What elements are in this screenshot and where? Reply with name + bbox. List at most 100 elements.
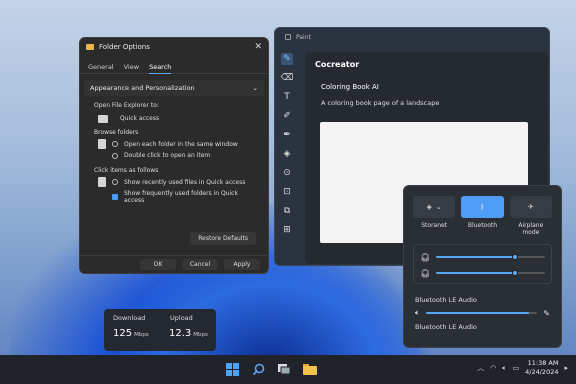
dialog-body: Appearance and Personalization ⌄ Open Fi… (80, 74, 268, 213)
dialog-titlebar[interactable]: Folder Options ✕ (80, 38, 268, 56)
headphone-slider-1[interactable] (436, 253, 545, 260)
pen-tool-icon[interactable]: ✒ (281, 129, 293, 141)
ok-button[interactable]: OK (140, 259, 176, 270)
headphone-slider-row: 🎧︎ (420, 265, 545, 281)
grid-tool-icon[interactable]: ⊞ (281, 224, 293, 236)
radio-button[interactable] (112, 141, 118, 147)
clock-date: 4/24/2024 (525, 368, 559, 376)
prompt-text[interactable]: A coloring book page of a landscape (305, 91, 548, 107)
recent-files-option[interactable]: Show recently used files in Quick access (98, 177, 260, 187)
open-explorer-label: Open File Explorer to: (94, 102, 159, 109)
layers-tool-icon[interactable]: ⧉ (281, 205, 293, 217)
bluetooth-tile[interactable]: ᛒ (461, 196, 504, 218)
start-button[interactable] (224, 361, 240, 377)
browse-option-label: Double click to open an item (124, 152, 211, 159)
fill-tool-icon[interactable]: ◈ (281, 148, 293, 160)
click-items-label: Click items as follows (94, 167, 159, 174)
open-explorer-select[interactable]: Quick access (98, 112, 260, 125)
wifi-tile-label: Storanet (421, 222, 448, 229)
apply-button[interactable]: Apply (224, 259, 260, 270)
taskbar-apps (224, 361, 318, 377)
upload-value: 12.3 (169, 328, 192, 339)
audio-sliders: 🎧︎ 🎧︎ (413, 244, 552, 284)
chevron-up-icon[interactable]: ︿ (477, 363, 484, 373)
eraser-tool-icon[interactable]: ⌫ (281, 72, 294, 84)
network-speed-widget: Download Upload 125 Mbps 12.3 Mbps (104, 309, 216, 351)
shapes-tool-icon[interactable]: ⊙ (281, 167, 293, 179)
brush-tool-icon[interactable]: ✐ (281, 110, 293, 122)
dialog-tabs: General View Search (80, 56, 268, 74)
clock-time: 11:38 AM (527, 359, 559, 367)
edit-icon[interactable]: ✎ (543, 309, 550, 318)
notifications-icon[interactable]: ▸ (564, 364, 568, 372)
airplane-icon: ✈ (527, 203, 534, 211)
tab-search[interactable]: Search (149, 63, 172, 74)
upload-unit: Mbps (193, 332, 208, 338)
slider-fill (436, 272, 515, 274)
dialog-title: Folder Options (99, 43, 150, 51)
cocreator-title: Cocreator (315, 60, 360, 69)
checkbox[interactable] (112, 194, 118, 200)
section-header[interactable]: Appearance and Personalization ⌄ (84, 80, 264, 96)
coloring-book-title: Coloring Book AI (321, 83, 379, 91)
pencil-tool-icon[interactable]: ✎ (281, 53, 293, 65)
volume-row: 🔈︎ ✎ (404, 304, 561, 318)
volume-fill (425, 312, 530, 314)
paint-titlebar[interactable]: Paint (275, 28, 549, 46)
headphone-slider-2[interactable] (436, 269, 545, 276)
wifi-tile[interactable]: ◈ ⌄ (413, 196, 456, 218)
paint-toolbar: ✎ ⌫ T ✐ ✒ ◈ ⊙ ⊡ ⧉ ⊞ (277, 53, 297, 236)
tab-view[interactable]: View (124, 63, 139, 73)
open-explorer-value: Quick access (120, 115, 160, 122)
tile-labels: Storanet Bluetooth Airplane mode (404, 218, 561, 236)
net-values: 125 Mbps 12.3 Mbps (113, 328, 208, 339)
volume-slider[interactable] (425, 312, 538, 314)
text-tool-icon[interactable]: T (281, 91, 293, 103)
audio-device-label-2: Bluetooth LE Audio (415, 323, 477, 331)
cancel-button[interactable]: Cancel (182, 259, 218, 270)
recent-files-label: Show recently used files in Quick access (124, 178, 246, 186)
headphones-icon: 🎧︎ (420, 252, 431, 262)
slider-fill (436, 256, 515, 258)
folder-icon (86, 44, 94, 50)
browse-folders-icon (98, 139, 106, 149)
windows-logo-icon (225, 362, 239, 376)
airplane-tile-label: Airplane mode (518, 222, 544, 236)
browse-option-same-window[interactable]: Open each folder in the same window (98, 139, 260, 149)
headphone-slider-row: 🎧︎ (420, 249, 545, 265)
frequent-folders-option[interactable]: Show frequently used folders in Quick ac… (112, 190, 260, 204)
battery-icon[interactable]: ▭ (513, 364, 520, 372)
folder-options-dialog[interactable]: Folder Options ✕ General View Search App… (79, 37, 269, 274)
headphones-icon: 🎧︎ (420, 268, 431, 278)
clock[interactable]: 11:38 AM 4/24/2024 (525, 359, 558, 377)
chevron-down-icon: ⌄ (252, 84, 258, 92)
wifi-icon: ◈ (426, 203, 432, 211)
task-view-icon[interactable] (276, 361, 292, 377)
upload-label: Upload (170, 314, 193, 322)
system-tray: ︿ ◠ 🔈︎ ▭ 11:38 AM 4/24/2024 ▸ (477, 359, 568, 377)
tab-general[interactable]: General (88, 63, 114, 73)
wifi-icon[interactable]: ◠ (490, 364, 496, 372)
restore-defaults-button[interactable]: Restore Defaults (190, 232, 256, 245)
download-unit: Mbps (134, 332, 149, 338)
quick-access-icon (98, 114, 108, 123)
audio-device-label: Bluetooth LE Audio (415, 296, 477, 304)
slider-thumb[interactable] (511, 269, 518, 276)
radio-button[interactable] (112, 179, 118, 185)
click-items-icon (98, 177, 106, 187)
slider-thumb[interactable] (511, 253, 518, 260)
download-label: Download (113, 314, 146, 322)
dialog-buttons: OK Cancel Apply (80, 255, 268, 273)
crop-tool-icon[interactable]: ⊡ (281, 186, 293, 198)
file-explorer-icon[interactable] (302, 361, 318, 377)
airplane-mode-tile[interactable]: ✈ (509, 196, 552, 218)
quick-settings-tiles: ◈ ⌄ ᛒ ✈ (404, 186, 561, 218)
paint-app-icon (285, 34, 291, 40)
volume-icon[interactable]: 🔈︎ (502, 364, 506, 373)
close-icon[interactable]: ✕ (254, 42, 262, 52)
chevron-down-icon[interactable]: ⌄ (436, 203, 442, 211)
radio-button[interactable] (112, 152, 118, 159)
browse-option-double-click[interactable]: Double click to open an item (112, 152, 260, 159)
speaker-icon[interactable]: 🔈︎ (415, 308, 420, 318)
search-icon[interactable] (250, 361, 266, 377)
